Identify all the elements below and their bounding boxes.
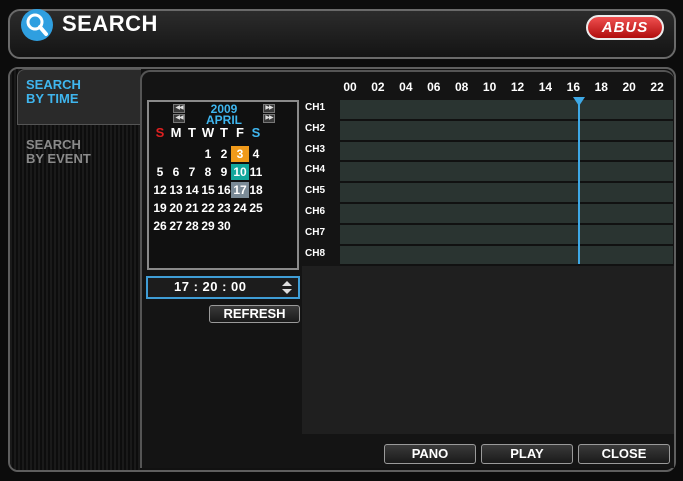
- tab-search-by-time-label[interactable]: SEARCH BY TIME: [26, 78, 136, 106]
- refresh-button[interactable]: REFRESH: [209, 305, 300, 323]
- channel-label: CH2: [305, 122, 326, 134]
- calendar-day[interactable]: 30: [215, 218, 233, 234]
- channel-timeline-bar[interactable]: [340, 204, 673, 225]
- sidebar: [10, 69, 140, 470]
- hour-tick-label: 06: [427, 80, 441, 94]
- hour-tick-label: 16: [566, 80, 580, 94]
- channel-timeline-bar[interactable]: [340, 162, 673, 184]
- hour-tick-label: 08: [454, 80, 469, 94]
- time-cursor-marker-icon[interactable]: [573, 97, 585, 107]
- hour-tick-label: 10: [482, 80, 497, 94]
- timeline-empty-area: [302, 266, 674, 434]
- hour-tick-label: 00: [343, 80, 357, 94]
- calendar-day[interactable]: 18: [247, 182, 265, 198]
- hour-axis: 00 02 04 06 08 10 12 14 16 18 20 22: [340, 80, 675, 96]
- hour-tick-label: 20: [622, 80, 636, 94]
- time-cursor-line[interactable]: [578, 102, 580, 264]
- hour-tick-label: 02: [371, 80, 385, 94]
- prev-year-button[interactable]: ◀◀: [173, 104, 185, 113]
- tab-search-by-event-label[interactable]: SEARCH BY EVENT: [26, 138, 136, 166]
- hour-tick-label: 22: [650, 80, 664, 94]
- calendar-day[interactable]: 11: [247, 164, 265, 180]
- next-year-button[interactable]: ▶▶: [263, 104, 275, 113]
- prev-month-button[interactable]: ◀◀: [173, 114, 185, 123]
- page-title: SEARCH: [62, 11, 158, 36]
- channel-label: CH3: [305, 143, 326, 155]
- hour-tick-label: 18: [594, 80, 608, 94]
- magnifier-icon: [21, 9, 53, 41]
- channel-timeline-bar[interactable]: [340, 120, 673, 142]
- channel-timeline-bar[interactable]: [340, 245, 673, 267]
- channel-label: CH4: [305, 164, 326, 176]
- channel-label: CH6: [305, 206, 326, 217]
- channel-label: CH8: [305, 247, 326, 259]
- channel-label: CH5: [305, 185, 326, 197]
- channel-timeline-bar[interactable]: [340, 141, 673, 163]
- calendar-day[interactable]: 4: [247, 146, 265, 162]
- hour-tick-label: 12: [510, 80, 525, 94]
- hour-tick-label: 04: [399, 80, 413, 94]
- channel-label: CH7: [305, 226, 326, 238]
- channel-timeline-bar[interactable]: [340, 183, 673, 204]
- spinner-icon[interactable]: [281, 280, 293, 295]
- channel-timeline-bar[interactable]: [340, 224, 673, 246]
- calendar-day[interactable]: 25: [247, 200, 265, 216]
- weekday-label: S: [251, 125, 261, 140]
- time-value[interactable]: 17 : 20 : 00: [174, 279, 247, 294]
- abus-logo: ABUS: [586, 15, 664, 40]
- play-button[interactable]: PLAY: [481, 444, 573, 464]
- channel-label: CH1: [305, 102, 326, 113]
- next-month-button[interactable]: ▶▶: [263, 114, 275, 123]
- close-button[interactable]: CLOSE: [578, 444, 670, 464]
- channel-timeline-bar[interactable]: [340, 100, 673, 121]
- pano-button[interactable]: PANO: [384, 444, 476, 464]
- hour-tick-label: 14: [538, 80, 553, 94]
